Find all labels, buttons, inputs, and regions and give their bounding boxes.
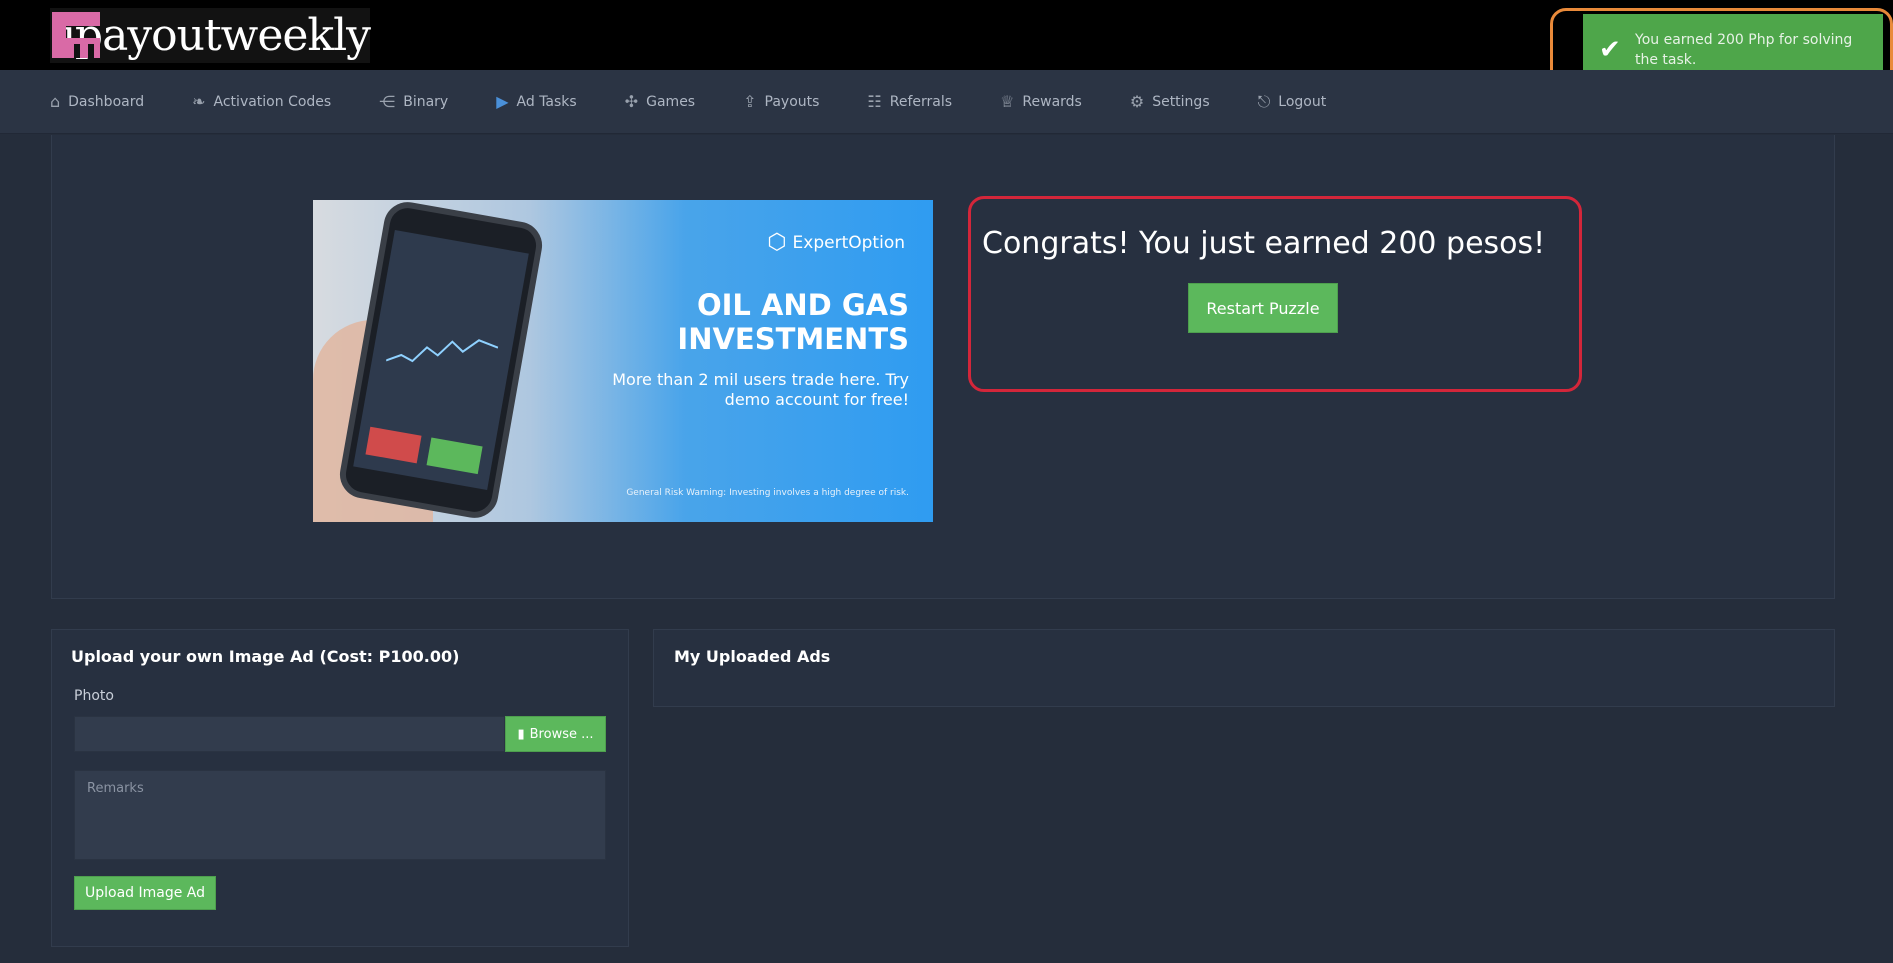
play-icon: ▶ [496, 92, 509, 111]
ad-brand: ⬡ ExpertOption [767, 230, 905, 255]
gears-icon: ⚙ [1129, 92, 1145, 111]
nav-item-binary[interactable]: ⋲ Binary [379, 92, 448, 111]
trophy-icon: ♕ [1000, 92, 1015, 111]
remarks-textarea[interactable] [74, 770, 606, 860]
upload-image-ad-button[interactable]: Upload Image Ad [74, 876, 216, 910]
share-icon: ⋲ [379, 92, 396, 111]
sign-out-icon: ⎋ [1257, 91, 1271, 111]
browse-button[interactable]: ▮ Browse ... [505, 716, 606, 752]
hexagon-logo-icon: ⬡ [767, 230, 787, 255]
ad-headline: OIL AND GAS INVESTMENTS [677, 288, 909, 356]
phone-screen [353, 230, 529, 490]
nav-label: Games [646, 93, 696, 110]
phone-sell-button-graphic [365, 426, 422, 464]
nav-label: Dashboard [68, 93, 145, 110]
toast-message: You earned 200 Php for solving the task. [1635, 32, 1853, 68]
nav-item-dashboard[interactable]: ⌂ Dashboard [50, 92, 144, 111]
site-logo[interactable]: ipayoutweekly [50, 8, 371, 63]
home-icon: ⌂ [50, 92, 61, 111]
photo-file-input[interactable] [74, 716, 505, 752]
phone-chart-graphic [385, 339, 499, 363]
restart-puzzle-button[interactable]: Restart Puzzle [1188, 283, 1338, 333]
puzzle-icon: ✣ [624, 92, 639, 111]
nav-item-activation-codes[interactable]: ❧ Activation Codes [192, 92, 331, 111]
ad-risk-warning: General Risk Warning: Investing involves… [626, 488, 909, 498]
nav-label: Binary [403, 93, 449, 110]
nav-label: Logout [1278, 93, 1327, 110]
upload-icon: ⇪ [743, 92, 757, 111]
phone-image [336, 200, 546, 522]
nav-label: Settings [1152, 93, 1210, 110]
nav-label: Ad Tasks [516, 93, 577, 110]
nav-label: Activation Codes [213, 93, 332, 110]
nav-item-payouts[interactable]: ⇪ Payouts [743, 92, 819, 111]
nav-label: Payouts [764, 93, 820, 110]
logo-mark-icon [50, 8, 100, 63]
ad-banner[interactable]: ⬡ ExpertOption OIL AND GAS INVESTMENTS M… [313, 200, 933, 522]
nav-label: Rewards [1022, 93, 1082, 110]
nav-item-settings[interactable]: ⚙ Settings [1130, 92, 1210, 111]
upload-card-title: Upload your own Image Ad (Cost: P100.00) [71, 647, 460, 666]
sitemap-icon: ☷ [867, 92, 882, 111]
nav-item-games[interactable]: ✣ Games [625, 92, 695, 111]
browse-label: Browse ... [529, 726, 594, 742]
my-uploaded-ads-card [653, 629, 1835, 707]
nav-item-logout[interactable]: ⎋ Logout [1258, 92, 1327, 112]
congrats-title: Congrats! You just earned 200 pesos! [982, 226, 1546, 261]
file-icon: ▮ [517, 726, 525, 742]
nav-item-referrals[interactable]: ☷ Referrals [867, 92, 952, 111]
main-nav: ⌂ Dashboard ❧ Activation Codes ⋲ Binary … [0, 70, 1893, 134]
my-ads-title: My Uploaded Ads [674, 647, 831, 666]
nav-item-ad-tasks[interactable]: ▶ Ad Tasks [496, 92, 577, 111]
photo-label: Photo [74, 688, 114, 704]
leaf-icon: ❧ [192, 92, 206, 111]
logo-text: ipayoutweekly [61, 10, 371, 61]
ad-subtext: More than 2 mil users trade here. Try de… [612, 370, 909, 409]
ad-brand-text: ExpertOption [792, 232, 905, 253]
nav-item-rewards[interactable]: ♕ Rewards [1000, 92, 1082, 111]
checkmark-icon: ✔ [1599, 35, 1621, 65]
nav-label: Referrals [889, 93, 953, 110]
phone-buy-button-graphic [426, 437, 483, 475]
